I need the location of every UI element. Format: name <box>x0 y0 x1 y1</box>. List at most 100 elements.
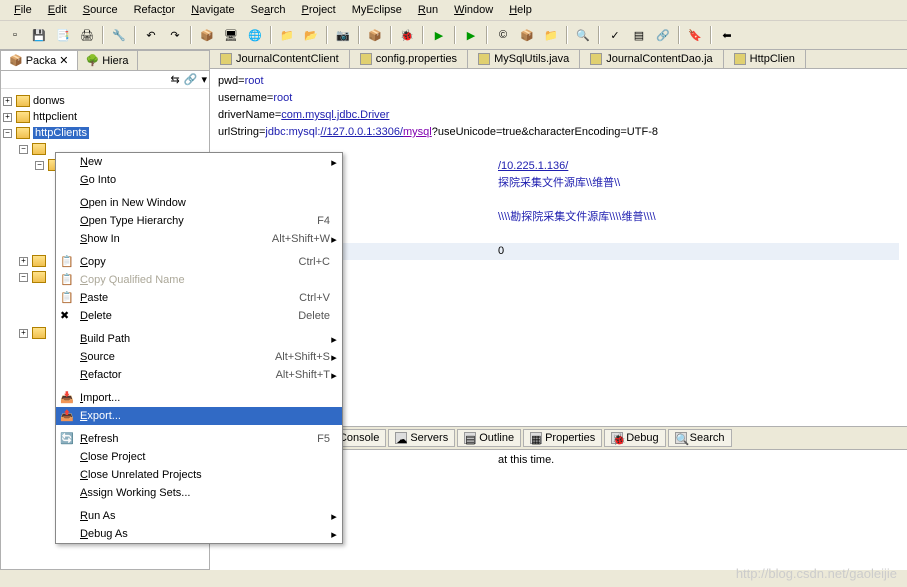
task-button[interactable]: ✓ <box>604 24 626 46</box>
text-value: 0 <box>498 245 504 257</box>
menu-item-copy[interactable]: 📋CopyCtrl+C <box>56 253 342 271</box>
menu-label: Refresh <box>80 433 297 445</box>
bottom-tab-properties[interactable]: ▦Properties <box>523 429 602 447</box>
save-button[interactable]: 💾 <box>28 24 50 46</box>
menu-item-export[interactable]: 📤Export... <box>56 407 342 425</box>
package-button[interactable]: 📦 <box>364 24 386 46</box>
menu-item-close-unrelated-projects[interactable]: Close Unrelated Projects <box>56 466 342 484</box>
tab-hierarchy[interactable]: 🌳 Hiera <box>78 51 138 70</box>
menu-navigate[interactable]: Navigate <box>183 2 242 18</box>
menu-item-refresh[interactable]: 🔄RefreshF5 <box>56 430 342 448</box>
collapse-icon[interactable]: − <box>35 161 44 170</box>
menu-window[interactable]: Window <box>446 2 501 18</box>
menu-run[interactable]: Run <box>410 2 446 18</box>
print-button[interactable]: 🖨 <box>76 24 98 46</box>
link-button[interactable]: 🔗 <box>652 24 674 46</box>
menu-item-show-in[interactable]: Show InAlt+Shift+W▸ <box>56 230 342 248</box>
menu-search[interactable]: Search <box>243 2 294 18</box>
redo-button[interactable]: ↷ <box>164 24 186 46</box>
new-button[interactable]: ▫ <box>4 24 26 46</box>
menu-item-paste[interactable]: 📋PasteCtrl+V <box>56 289 342 307</box>
link-editor-icon[interactable]: 🔗 <box>184 73 198 86</box>
editor-tab[interactable]: JournalContentClient <box>210 50 350 68</box>
menu-label: Open Type Hierarchy <box>80 215 297 227</box>
menu-item-import[interactable]: 📥Import... <box>56 389 342 407</box>
tab-package-explorer[interactable]: 📦 Packa ✕ <box>1 51 78 70</box>
menu-item-assign-working-sets[interactable]: Assign Working Sets... <box>56 484 342 502</box>
menu-refactor[interactable]: Refactor <box>126 2 184 18</box>
collapse-icon[interactable]: − <box>19 145 28 154</box>
bookmark-button[interactable]: 🔖 <box>684 24 706 46</box>
view-menu-icon[interactable]: ▾ <box>201 73 207 86</box>
project-icon <box>16 111 30 123</box>
editor-tab[interactable]: HttpClien <box>724 50 806 68</box>
collapse-icon[interactable]: − <box>19 273 28 282</box>
deploy-button[interactable]: 📦 <box>196 24 218 46</box>
collapse-all-icon[interactable]: ⇆ <box>171 73 180 86</box>
menu-help[interactable]: Help <box>501 2 540 18</box>
tool-button[interactable]: 🔧 <box>108 24 130 46</box>
new-package-button[interactable]: 📦 <box>516 24 538 46</box>
menu-item-build-path[interactable]: Build Path▸ <box>56 330 342 348</box>
menu-item-refactor[interactable]: RefactorAlt+Shift+T▸ <box>56 366 342 384</box>
text-value: \\\\勘探院采集文件源库\\\\维普\\\\ <box>498 211 656 223</box>
menu-item-source[interactable]: SourceAlt+Shift+S▸ <box>56 348 342 366</box>
menu-file[interactable]: File <box>6 2 40 18</box>
tab-icon: ▦ <box>530 432 542 444</box>
menu-source[interactable]: Source <box>75 2 126 18</box>
menu-item-new[interactable]: New▸ <box>56 153 342 171</box>
editor-tab[interactable]: JournalContentDao.ja <box>580 50 723 68</box>
run-button[interactable]: ▶ <box>428 24 450 46</box>
prop-key: urlString= <box>218 126 265 138</box>
menu-label: Copy Qualified Name <box>80 274 330 286</box>
browser-button[interactable]: 🌐 <box>244 24 266 46</box>
filter-button[interactable]: ▤ <box>628 24 650 46</box>
menu-label: Debug As <box>80 528 330 540</box>
menu-item-open-in-new-window[interactable]: Open in New Window <box>56 194 342 212</box>
save-all-button[interactable]: 📑 <box>52 24 74 46</box>
menu-project[interactable]: Project <box>294 2 344 18</box>
debug-button[interactable]: 🐞 <box>396 24 418 46</box>
menu-item-run-as[interactable]: Run As▸ <box>56 507 342 525</box>
open-type-button[interactable]: 🔍 <box>572 24 594 46</box>
tab-label: Console <box>339 432 379 444</box>
watermark: http://blog.csdn.net/gaoleijie <box>736 566 897 581</box>
menu-label: Paste <box>80 292 279 304</box>
folder2-button[interactable]: 📂 <box>300 24 322 46</box>
submenu-arrow-icon: ▸ <box>330 233 338 246</box>
menu-shortcut: Ctrl+V <box>299 292 330 304</box>
collapse-icon[interactable]: − <box>3 129 12 138</box>
expand-icon[interactable]: + <box>3 97 12 106</box>
menu-item-go-into[interactable]: Go Into <box>56 171 342 189</box>
expand-icon[interactable]: + <box>19 257 28 266</box>
menu-item-delete[interactable]: ✖DeleteDelete <box>56 307 342 325</box>
menu-item-open-type-hierarchy[interactable]: Open Type HierarchyF4 <box>56 212 342 230</box>
folder-button[interactable]: 📁 <box>276 24 298 46</box>
bottom-tab-debug[interactable]: 🐞Debug <box>604 429 665 447</box>
menu-myeclipse[interactable]: MyEclipse <box>344 2 410 18</box>
menu-icon: 🔄 <box>60 432 74 446</box>
back-button[interactable]: ⬅ <box>716 24 738 46</box>
bottom-tab-search[interactable]: 🔍Search <box>668 429 732 447</box>
tree-node-donws[interactable]: +donws <box>3 93 207 109</box>
camera-button[interactable]: 📷 <box>332 24 354 46</box>
menu-edit[interactable]: Edit <box>40 2 75 18</box>
editor-tab[interactable]: MySqlUtils.java <box>468 50 580 68</box>
new-folder-button[interactable]: 📁 <box>540 24 562 46</box>
editor-tab[interactable]: config.properties <box>350 50 468 68</box>
bottom-tab-outline[interactable]: ▤Outline <box>457 429 521 447</box>
menu-item-close-project[interactable]: Close Project <box>56 448 342 466</box>
undo-button[interactable]: ↶ <box>140 24 162 46</box>
tree-node-httpclients[interactable]: −httpClients <box>3 125 207 141</box>
prop-value: root <box>273 92 292 104</box>
menu-item-debug-as[interactable]: Debug As▸ <box>56 525 342 543</box>
expand-icon[interactable]: + <box>19 329 28 338</box>
expand-icon[interactable]: + <box>3 113 12 122</box>
server-button[interactable]: 🖥 <box>220 24 242 46</box>
bottom-tab-servers[interactable]: ☁Servers <box>388 429 455 447</box>
tree-node-httpclient[interactable]: +httpclient <box>3 109 207 125</box>
run-last-button[interactable]: ▶ <box>460 24 482 46</box>
new-class-button[interactable]: © <box>492 24 514 46</box>
menu-shortcut: Alt+Shift+W <box>272 233 330 245</box>
view-tabs: 📦 Packa ✕ 🌳 Hiera <box>1 51 209 71</box>
